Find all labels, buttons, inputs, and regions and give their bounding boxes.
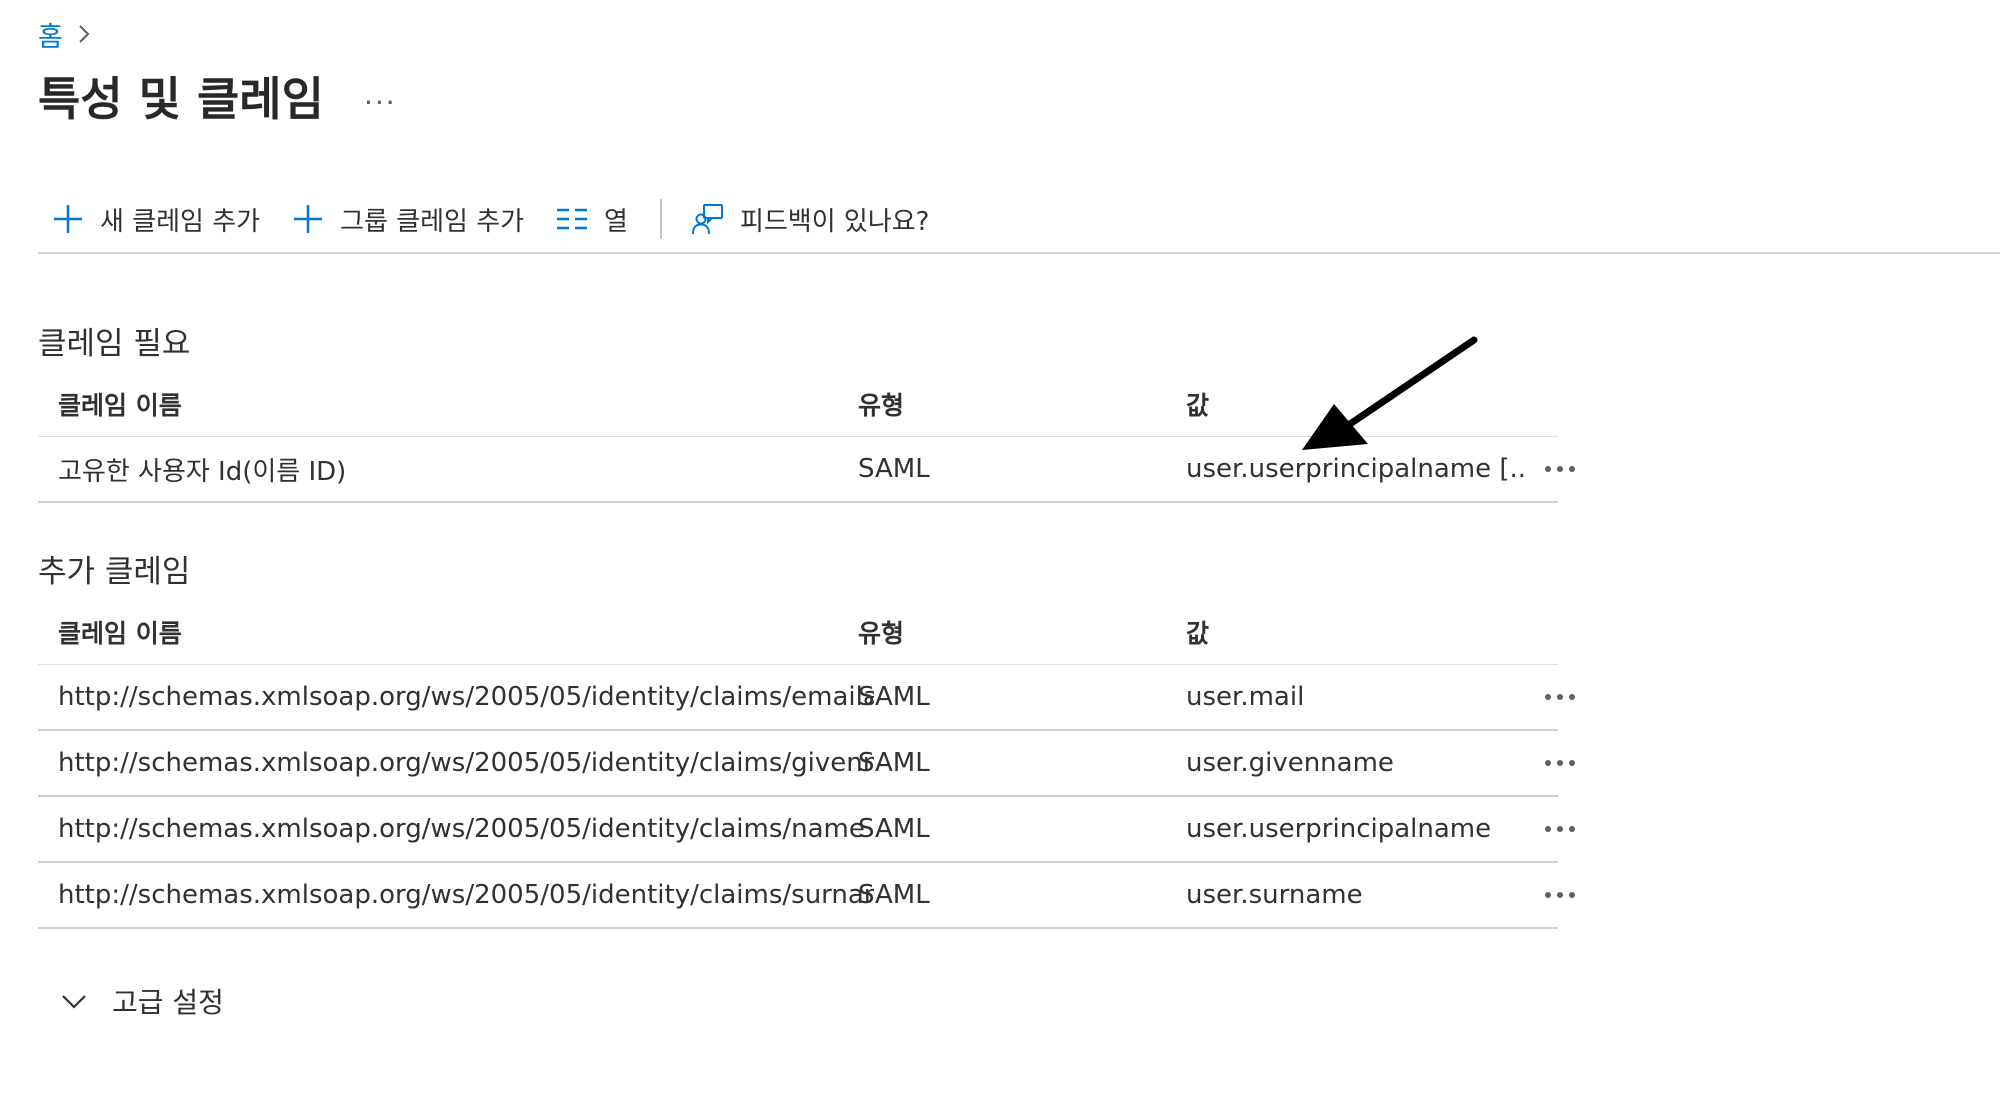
more-icon[interactable] bbox=[1538, 879, 1582, 911]
page-more-button[interactable]: ... bbox=[364, 78, 397, 111]
claim-type: SAML bbox=[858, 682, 930, 712]
required-claims-title: 클레임 필요 bbox=[38, 326, 191, 362]
claim-type: SAML bbox=[858, 454, 930, 484]
plus-icon bbox=[294, 205, 323, 233]
column-header-claim-name[interactable]: 클레임 이름 bbox=[58, 372, 874, 436]
column-header-type[interactable]: 유형 bbox=[858, 372, 1178, 436]
claim-name[interactable]: http://schemas.xmlsoap.org/ws/2005/05/id… bbox=[58, 665, 874, 729]
advanced-settings-label: 고급 설정 bbox=[112, 986, 224, 1019]
feedback-button[interactable]: 피드백이 있나요? bbox=[676, 188, 946, 250]
additional-claims-title: 추가 클레임 bbox=[38, 554, 191, 590]
add-group-claim-label: 그룹 클레임 추가 bbox=[340, 206, 525, 237]
table-row[interactable]: http://schemas.xmlsoap.org/ws/2005/05/id… bbox=[38, 797, 1575, 863]
advanced-settings-toggle[interactable]: 고급 설정 bbox=[60, 978, 224, 1024]
add-group-claim-button[interactable]: 그룹 클레임 추가 bbox=[276, 188, 540, 250]
columns-icon bbox=[557, 208, 588, 230]
plus-icon bbox=[54, 205, 82, 233]
claim-type: SAML bbox=[858, 880, 930, 910]
claim-type: SAML bbox=[858, 748, 930, 778]
feedback-label: 피드백이 있나요? bbox=[739, 206, 930, 237]
add-new-claim-label: 새 클레임 추가 bbox=[100, 206, 261, 237]
claim-value: user.givenname bbox=[1186, 748, 1394, 778]
claim-value: user.surname bbox=[1186, 880, 1363, 910]
claim-name[interactable]: http://schemas.xmlsoap.org/ws/2005/05/id… bbox=[58, 863, 874, 927]
table-row[interactable]: http://schemas.xmlsoap.org/ws/2005/05/id… bbox=[38, 665, 1575, 731]
claim-name[interactable]: 고유한 사용자 Id(이름 ID) bbox=[58, 437, 874, 501]
chevron-right-icon bbox=[79, 25, 90, 43]
table-header-row: 클레임 이름 유형 값 bbox=[38, 600, 1558, 665]
add-new-claim-button[interactable]: 새 클레임 추가 bbox=[38, 188, 276, 250]
claim-type: SAML bbox=[858, 814, 930, 844]
command-bar: 새 클레임 추가 그룹 클레임 추가 열 피드백이 있나요? bbox=[38, 188, 945, 250]
breadcrumb: 홈 bbox=[38, 12, 91, 56]
claim-value: user.userprincipalname bbox=[1186, 814, 1492, 844]
table-row[interactable]: http://schemas.xmlsoap.org/ws/2005/05/id… bbox=[38, 863, 1575, 929]
arrow-annotation-icon bbox=[1302, 336, 1478, 450]
more-icon[interactable] bbox=[1538, 747, 1582, 779]
column-header-type[interactable]: 유형 bbox=[858, 600, 1178, 664]
column-header-value[interactable]: 값 bbox=[1186, 600, 1526, 664]
columns-button[interactable]: 열 bbox=[540, 188, 644, 250]
feedback-icon bbox=[691, 204, 723, 235]
column-header-claim-name[interactable]: 클레임 이름 bbox=[58, 600, 874, 664]
breadcrumb-home-link[interactable]: 홈 bbox=[38, 15, 63, 54]
claim-name[interactable]: http://schemas.xmlsoap.org/ws/2005/05/id… bbox=[58, 731, 874, 795]
additional-claims-table: 클레임 이름 유형 값 http://schemas.xmlsoap.org/w… bbox=[38, 600, 1575, 929]
claim-name[interactable]: http://schemas.xmlsoap.org/ws/2005/05/id… bbox=[58, 797, 874, 861]
table-row[interactable]: http://schemas.xmlsoap.org/ws/2005/05/id… bbox=[38, 731, 1575, 797]
toolbar-divider bbox=[659, 199, 662, 239]
claim-value: user.mail bbox=[1186, 682, 1305, 712]
chevron-down-icon bbox=[62, 995, 86, 1009]
more-icon[interactable] bbox=[1538, 681, 1582, 713]
page-title: 특성 및 클레임 bbox=[38, 72, 324, 126]
toolbar-divider-line bbox=[38, 252, 2000, 254]
more-icon[interactable] bbox=[1538, 813, 1582, 845]
columns-label: 열 bbox=[604, 206, 628, 237]
more-icon[interactable] bbox=[1538, 453, 1582, 485]
